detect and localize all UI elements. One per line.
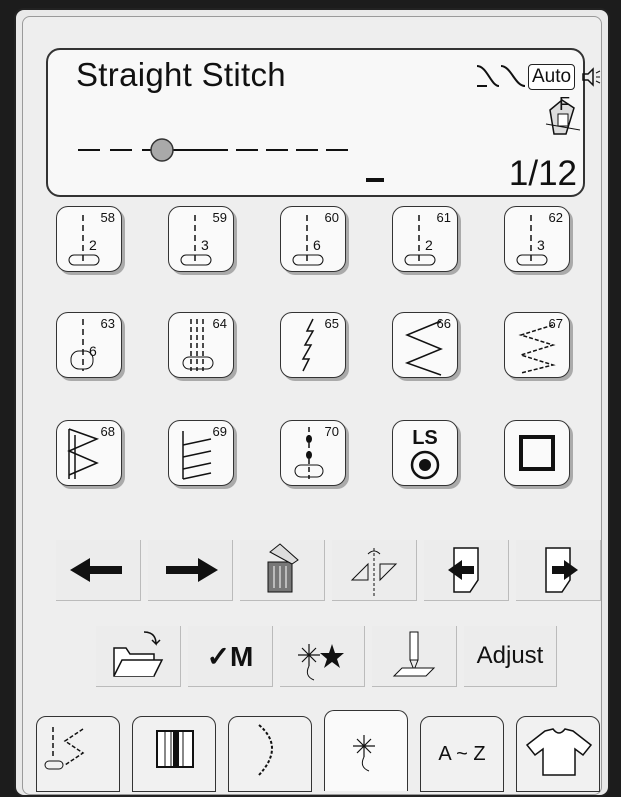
alphabet-tab-label: A ~ Z bbox=[438, 743, 486, 765]
stitch-button-66[interactable]: 66 bbox=[392, 312, 458, 378]
combine-pattern-button[interactable] bbox=[280, 626, 365, 687]
stitch-button-69[interactable]: 69 bbox=[168, 420, 234, 486]
stitch-star-icon bbox=[298, 644, 344, 681]
thread-tension-indicator: Auto bbox=[473, 62, 601, 90]
combine-stitch-icon bbox=[353, 735, 375, 772]
stitch-length-scale bbox=[78, 138, 348, 162]
arrow-left-icon bbox=[70, 558, 122, 582]
stitch-number: 58 bbox=[100, 210, 115, 225]
auto-mode-label: Auto bbox=[528, 64, 576, 90]
stitch-button-67[interactable]: 67 bbox=[504, 312, 570, 378]
ls-button[interactable]: LS bbox=[392, 420, 458, 486]
stitch-button-58[interactable]: 58 2 bbox=[56, 206, 122, 272]
stitch-inner-label: 3 bbox=[537, 237, 545, 253]
insert-right-button[interactable] bbox=[516, 540, 601, 601]
stitch-number: 67 bbox=[548, 316, 563, 331]
stitch-button-61[interactable]: 61 2 bbox=[392, 206, 458, 272]
presser-foot-letter: F bbox=[559, 94, 570, 114]
page-indicator: 1/12 bbox=[508, 154, 577, 193]
stitch-number: 66 bbox=[436, 316, 451, 331]
trash-icon bbox=[267, 543, 299, 593]
stitch-number: 62 bbox=[548, 210, 563, 225]
edit-toolbar bbox=[56, 540, 608, 601]
stitch-inner-label: 2 bbox=[89, 237, 97, 253]
stitch-inner-label: 2 bbox=[425, 237, 433, 253]
stitch-button-65[interactable]: 65 bbox=[280, 312, 346, 378]
stitch-inner-label: 3 bbox=[201, 237, 209, 253]
stitch-title: Straight Stitch bbox=[76, 56, 286, 93]
folder-open-icon bbox=[113, 631, 164, 677]
stitch-number: 59 bbox=[212, 210, 227, 225]
tab-garments[interactable] bbox=[516, 716, 600, 792]
stitch-number: 68 bbox=[100, 424, 115, 439]
insert-left-button[interactable] bbox=[424, 540, 509, 601]
stitch-number: 70 bbox=[324, 424, 339, 439]
page-arrow-left-icon bbox=[448, 547, 479, 593]
square-outline-icon bbox=[519, 435, 555, 471]
stitch-number: 64 bbox=[212, 316, 227, 331]
stitch-number: 61 bbox=[436, 210, 451, 225]
stitch-button-62[interactable]: 62 3 bbox=[504, 206, 570, 272]
adjust-label: Adjust bbox=[476, 642, 544, 669]
target-circle-icon bbox=[410, 450, 440, 480]
needle-position-button[interactable] bbox=[372, 626, 457, 687]
curve-stitch-icon bbox=[258, 724, 273, 776]
stitch-inner-label: 6 bbox=[89, 343, 97, 359]
stitch-number: 63 bbox=[100, 316, 115, 331]
tab-utility-stitches[interactable] bbox=[36, 716, 120, 792]
mirror-image-icon bbox=[350, 548, 398, 596]
mirror-button[interactable] bbox=[332, 540, 417, 601]
needle-position-dot bbox=[150, 138, 174, 162]
cursor-right-button[interactable] bbox=[148, 540, 233, 601]
utility-stitch-icon bbox=[44, 727, 85, 770]
speaker-icon bbox=[582, 67, 601, 87]
stitch-button-64[interactable]: 64 bbox=[168, 312, 234, 378]
stitch-button-68[interactable]: 68 bbox=[56, 420, 122, 486]
width-marker bbox=[366, 178, 384, 182]
stitch-button-63[interactable]: 63 6 bbox=[56, 312, 122, 378]
tab-combination[interactable] bbox=[324, 710, 408, 791]
square-stitch-button[interactable] bbox=[504, 420, 570, 486]
function-toolbar: ✓M Adjust bbox=[56, 626, 608, 687]
stitch-number: 65 bbox=[324, 316, 339, 331]
category-tabs: A ~ Z bbox=[36, 710, 608, 795]
page-arrow-right-icon bbox=[545, 547, 578, 593]
thread-tension-icon bbox=[476, 65, 526, 87]
memory-button[interactable]: ✓M bbox=[188, 626, 273, 687]
arrow-right-icon bbox=[166, 558, 218, 582]
tab-decorative[interactable] bbox=[228, 716, 312, 792]
tab-alphabet[interactable]: A ~ Z bbox=[420, 716, 504, 792]
stitch-number: 69 bbox=[212, 424, 227, 439]
tab-buttonholes[interactable] bbox=[132, 716, 216, 792]
delete-button[interactable] bbox=[240, 540, 325, 601]
open-folder-button[interactable] bbox=[96, 626, 181, 687]
stitch-display-panel: Straight Stitch Auto F 1/12 bbox=[46, 48, 601, 197]
stitch-inner-label: 6 bbox=[313, 237, 321, 253]
stitch-button-70[interactable]: 70 bbox=[280, 420, 346, 486]
stitch-number: 60 bbox=[324, 210, 339, 225]
stitch-button-60[interactable]: 60 6 bbox=[280, 206, 346, 272]
cursor-left-button[interactable] bbox=[56, 540, 141, 601]
stitch-button-59[interactable]: 59 3 bbox=[168, 206, 234, 272]
needle-icon bbox=[392, 631, 436, 677]
adjust-button[interactable]: Adjust bbox=[464, 626, 557, 687]
memory-label: ✓M bbox=[206, 641, 254, 672]
shirt-icon bbox=[525, 728, 593, 776]
machine-screen: Straight Stitch Auto F 1/12 58 2 59 3 60… bbox=[14, 8, 610, 797]
buttonhole-grid-icon bbox=[156, 730, 194, 768]
